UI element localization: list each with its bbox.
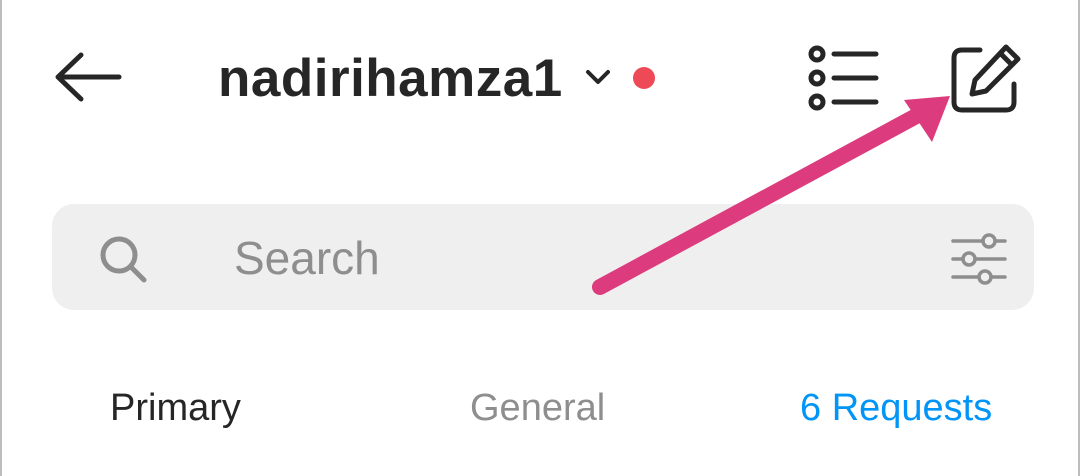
account-switcher[interactable]: nadirihamza1 — [218, 40, 655, 116]
filter-sliders-icon[interactable] — [950, 232, 1008, 286]
list-view-button[interactable] — [802, 40, 886, 116]
search-bar[interactable] — [52, 204, 1034, 310]
arrow-left-icon — [55, 52, 122, 102]
chevron-down-icon — [583, 63, 613, 93]
search-icon — [100, 236, 147, 283]
tab-primary[interactable]: Primary — [110, 382, 241, 434]
new-message-button[interactable] — [942, 36, 1030, 120]
notification-dot — [632, 67, 655, 89]
search-input[interactable] — [232, 218, 936, 298]
screen-frame: nadirihamza1 Search Primary General 6 Re… — [0, 0, 1080, 476]
compose-icon — [951, 44, 1021, 113]
account-username: nadirihamza1 — [218, 48, 563, 108]
tab-requests[interactable]: 6 Requests — [800, 382, 992, 434]
back-button[interactable] — [46, 42, 130, 112]
list-icon — [808, 45, 879, 111]
tab-general[interactable]: General — [470, 382, 605, 434]
